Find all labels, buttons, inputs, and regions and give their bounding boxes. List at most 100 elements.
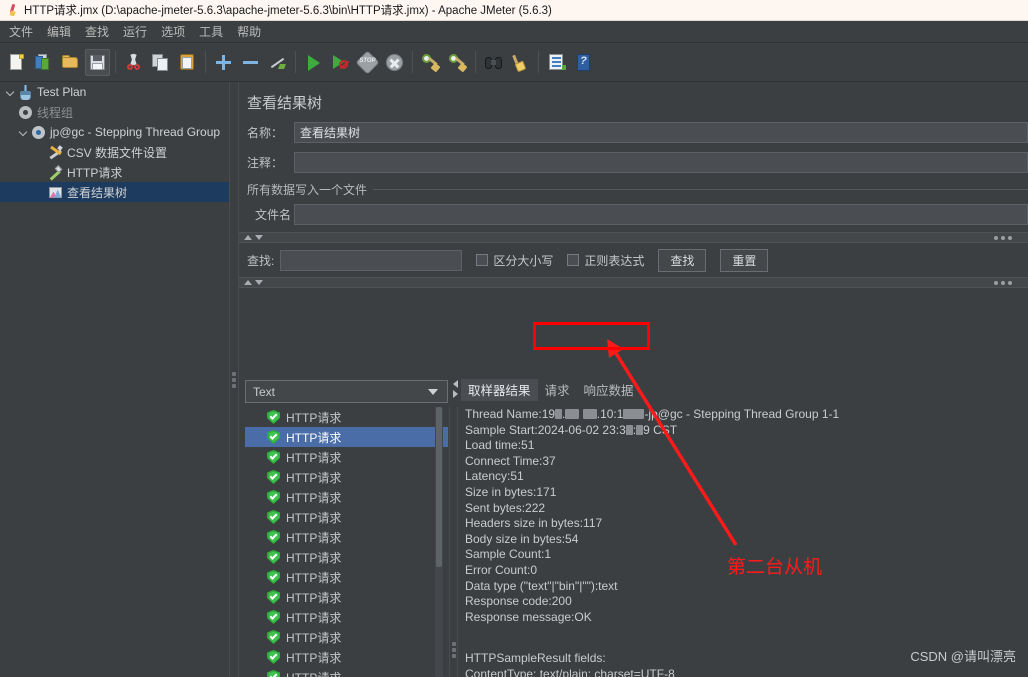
clear-button[interactable] [418,49,443,76]
sample-result-list[interactable]: HTTP请求 HTTP请求 HTTP请求 HTTP请求 HTTP请求 HTTP请求 HTTP… [245,407,448,677]
sample-list-scrollbar[interactable] [435,407,443,677]
toggle-button[interactable] [265,49,290,76]
menu-file[interactable]: 文件 [2,21,40,42]
regex-label: 正则表达式 [584,253,645,268]
tree-node-view-results-tree[interactable]: 查看结果树 [0,182,229,202]
list-item[interactable]: HTTP请求 [245,587,448,607]
tree-node-test-plan[interactable]: Test Plan [0,82,229,102]
renderer-select[interactable]: Text [245,380,448,403]
list-item[interactable]: HTTP请求 [245,407,448,427]
help-button[interactable]: ? [571,49,596,76]
tree-node-stepping-thread-group[interactable]: jp@gc - Stepping Thread Group [0,122,229,142]
detail-line: Latency:51 [465,469,524,484]
plus-icon [214,53,233,72]
case-sensitive-checkbox[interactable]: 区分大小写 [476,252,553,269]
chevron-down-icon[interactable] [17,126,30,139]
start-no-pauses-button[interactable] [328,49,353,76]
save-button[interactable] [85,48,110,76]
play-no-timers-icon [331,53,350,72]
start-button[interactable] [301,49,326,76]
results-horizontal-splitter[interactable] [449,407,458,677]
list-item-label: HTTP请求 [286,470,342,485]
tree-node-http-request[interactable]: HTTP请求 [0,162,229,182]
tab-response-data[interactable]: 响应数据 [577,379,641,401]
list-item-label: HTTP请求 [286,630,342,645]
list-item[interactable]: HTTP请求 [245,627,448,647]
list-item[interactable]: HTTP请求 [245,567,448,587]
new-test-plan-button[interactable] [4,49,29,76]
chevron-left-icon[interactable] [453,380,458,388]
collapse-arrows[interactable] [239,280,263,285]
chevron-up-icon[interactable] [244,280,252,285]
tree-node-label: 查看结果树 [67,185,128,200]
scrollbar-thumb[interactable] [436,407,442,567]
csv-data-set-icon [47,144,64,161]
filename-label: 文件名 [255,208,292,222]
test-plan-tree: Test Plan 线程组 jp@gc - Stepping Thread Gr… [0,82,229,677]
list-item[interactable]: HTTP请求 [245,467,448,487]
stop-icon: STOP [355,49,380,75]
menu-tools[interactable]: 工具 [192,21,230,42]
open-button[interactable] [58,49,83,76]
search-button[interactable] [481,49,506,76]
detail-line: Size in bytes:171 [465,484,557,499]
chevron-down-icon[interactable] [428,388,438,395]
chevron-down-icon[interactable] [255,235,263,240]
menu-edit[interactable]: 编辑 [40,21,78,42]
name-input[interactable] [294,122,1028,143]
cut-button[interactable] [121,49,146,76]
chevron-down-icon[interactable] [255,280,263,285]
tab-request[interactable]: 请求 [538,379,577,401]
tab-sampler-result[interactable]: 取样器结果 [461,379,538,401]
search-collapse-bar-top[interactable] [239,232,1028,243]
templates-button[interactable] [31,49,56,76]
search-collapse-bar-bottom[interactable] [239,277,1028,288]
list-item[interactable]: HTTP请求 [245,547,448,567]
tree-node-label: jp@gc - Stepping Thread Group [50,125,221,139]
checkbox-box[interactable] [476,254,489,266]
group-title: 所有数据写入一个文件 [247,181,374,198]
filename-input[interactable] [294,204,1028,225]
list-item[interactable]: HTTP请求 [245,507,448,527]
search-label: 查找: [247,253,275,268]
comment-field-row: 注释： [239,152,1028,173]
chevron-right-icon[interactable] [453,390,458,398]
tree-node-thread-group[interactable]: 线程组 [0,102,229,122]
expand-all-button[interactable] [211,49,236,76]
copy-button[interactable] [148,49,173,76]
comment-input[interactable] [294,152,1028,173]
find-button[interactable]: 查找 [658,248,707,272]
reset-search-button[interactable] [508,49,533,76]
list-item[interactable]: HTTP请求 [245,447,448,467]
menu-help[interactable]: 帮助 [230,21,268,42]
chevron-down-icon[interactable] [4,86,17,99]
list-item[interactable]: HTTP请求 [245,667,448,677]
menu-run[interactable]: 运行 [116,21,154,42]
list-item[interactable]: HTTP请求 [245,647,448,667]
regex-checkbox[interactable]: 正则表达式 [567,252,644,269]
tab-scroll-arrows[interactable] [451,376,461,401]
collapse-all-button[interactable] [238,49,263,76]
list-item[interactable]: HTTP请求 [245,607,448,627]
menu-options[interactable]: 选项 [154,21,192,42]
toggle-log-button[interactable] [544,49,569,76]
clear-all-button[interactable] [445,49,470,76]
tree-node-csv-data-set[interactable]: CSV 数据文件设置 [0,142,229,162]
list-item-label: HTTP请求 [286,490,342,505]
stop-button[interactable]: STOP [355,49,380,76]
menu-search[interactable]: 查找 [78,21,116,42]
tree-node-label: 线程组 [37,105,74,120]
tree-panel-splitter[interactable] [229,82,239,677]
list-item[interactable]: HTTP请求 [245,427,448,447]
paste-button[interactable] [175,49,200,76]
reset-button[interactable]: 重置 [720,248,769,272]
search-input[interactable] [280,249,463,271]
shutdown-button[interactable] [382,49,407,76]
list-item[interactable]: HTTP请求 [245,527,448,547]
list-item[interactable]: HTTP请求 [245,487,448,507]
tree-node-label: Test Plan [37,85,87,99]
collapse-arrows[interactable] [239,235,263,240]
success-shield-icon [267,590,280,604]
checkbox-box[interactable] [567,254,580,266]
chevron-up-icon[interactable] [244,235,252,240]
